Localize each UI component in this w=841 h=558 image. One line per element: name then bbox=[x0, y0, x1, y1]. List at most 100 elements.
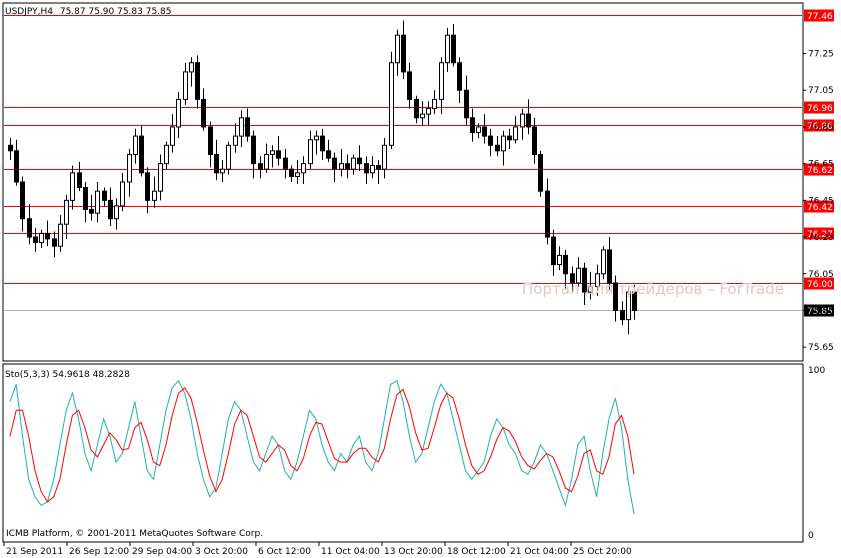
candle-body-48 bbox=[308, 139, 313, 165]
candle-body-38 bbox=[245, 117, 250, 137]
candle-body-68 bbox=[432, 98, 437, 110]
candle-body-18 bbox=[120, 181, 125, 207]
time-tick-label-2: 29 Sep 04:00 bbox=[132, 547, 192, 557]
candle-body-4 bbox=[33, 236, 38, 244]
time-tick-label-0: 21 Sep 2011 bbox=[6, 547, 63, 557]
candle-body-24 bbox=[158, 163, 163, 192]
candle-body-15 bbox=[102, 190, 107, 201]
candle-body-64 bbox=[407, 71, 412, 100]
indicator-label: Sto(5,3,3) 54.9618 48.2828 bbox=[5, 370, 130, 380]
candle-body-98 bbox=[620, 309, 625, 321]
candle-body-28 bbox=[183, 71, 188, 100]
candle-body-12 bbox=[83, 187, 88, 211]
candle-body-17 bbox=[114, 205, 119, 220]
candle-body-46 bbox=[295, 172, 300, 177]
price-tick-label-1: 77.05 bbox=[808, 86, 834, 96]
candle-body-75 bbox=[476, 126, 481, 133]
price-tick-label-5: 76.25 bbox=[808, 233, 834, 243]
ohlc-values: 75.87 75.90 75.83 75.85 bbox=[60, 7, 172, 17]
candle-body-49 bbox=[314, 135, 319, 141]
price-tick-label-8: 75.65 bbox=[808, 343, 834, 353]
candle-body-52 bbox=[332, 157, 337, 170]
candle-body-58 bbox=[370, 164, 375, 174]
candle-body-57 bbox=[364, 163, 369, 174]
candle-body-3 bbox=[27, 218, 32, 238]
candle-body-89 bbox=[563, 254, 568, 275]
candle-body-81 bbox=[513, 126, 518, 141]
level-tag-text-1: 76.96 bbox=[807, 104, 833, 114]
candle-body-53 bbox=[339, 163, 344, 170]
candle-body-55 bbox=[351, 157, 356, 170]
price-tick-label-4: 76.45 bbox=[808, 196, 834, 206]
candle-body-23 bbox=[152, 190, 157, 201]
candle-body-13 bbox=[89, 209, 94, 214]
candle-body-56 bbox=[357, 157, 362, 165]
candle-body-2 bbox=[20, 181, 25, 220]
candle-body-96 bbox=[607, 249, 612, 284]
candle-body-72 bbox=[457, 62, 462, 91]
candle-body-21 bbox=[139, 135, 144, 174]
candle-body-59 bbox=[376, 164, 381, 170]
price-tick-label-2: 76.85 bbox=[808, 123, 834, 133]
candle-body-26 bbox=[170, 126, 175, 146]
candle-body-95 bbox=[601, 249, 606, 275]
candle-body-61 bbox=[389, 62, 394, 146]
time-tick-label-3: 3 Oct 20:00 bbox=[195, 547, 248, 557]
candle-body-63 bbox=[401, 34, 406, 73]
candle-body-67 bbox=[426, 108, 431, 115]
price-tick-label-7: 75.85 bbox=[808, 306, 834, 316]
candle-body-60 bbox=[382, 144, 387, 170]
candle-body-37 bbox=[239, 117, 244, 137]
time-tick-label-6: 13 Oct 20:00 bbox=[384, 547, 443, 557]
candle-body-82 bbox=[520, 113, 525, 128]
time-tick-label-9: 25 Oct 20:00 bbox=[573, 547, 632, 557]
candle-body-86 bbox=[545, 190, 550, 238]
candle-body-19 bbox=[127, 153, 132, 183]
candle-body-62 bbox=[395, 34, 400, 64]
candle-body-79 bbox=[501, 135, 506, 152]
candle-body-7 bbox=[52, 238, 57, 247]
candle-body-74 bbox=[470, 117, 475, 133]
time-tick-label-1: 26 Sep 12:00 bbox=[69, 547, 129, 557]
candle-body-84 bbox=[532, 126, 537, 155]
candle-body-45 bbox=[289, 168, 294, 177]
watermark-text: Портал для трейдеров – ForTrade bbox=[522, 280, 784, 298]
candle-body-66 bbox=[420, 113, 425, 119]
candle-body-88 bbox=[557, 254, 562, 266]
time-tick-label-4: 6 Oct 12:00 bbox=[258, 547, 311, 557]
candle-body-35 bbox=[226, 144, 231, 170]
candle-body-39 bbox=[251, 135, 256, 165]
time-tick-label-8: 21 Oct 04:00 bbox=[510, 547, 569, 557]
time-axis: 21 Sep 2011 26 Sep 12:00 29 Sep 04:00 3 Oct… bbox=[3, 542, 632, 557]
candle-body-33 bbox=[214, 153, 219, 174]
candle-body-78 bbox=[495, 144, 500, 152]
candle-body-43 bbox=[276, 150, 281, 159]
candle-body-54 bbox=[345, 163, 350, 170]
candle-body-1 bbox=[14, 150, 19, 183]
candle-body-83 bbox=[526, 113, 531, 128]
indicator-scale-bottom: 0 bbox=[808, 531, 814, 541]
price-axis: 77.25 77.05 76.85 76.65 76.45 76.25 76.05 75.85… bbox=[803, 50, 834, 353]
indicator-frame bbox=[2, 363, 804, 543]
chart-canvas: 77.4676.9676.8676.6276.4276.2776.00 75.8… bbox=[2, 2, 834, 557]
candle-body-5 bbox=[39, 232, 44, 244]
candle-body-0 bbox=[8, 144, 13, 152]
candle-body-16 bbox=[108, 199, 113, 220]
level-tag-text-0: 77.46 bbox=[807, 12, 833, 22]
candle-body-50 bbox=[320, 135, 325, 152]
candle-body-6 bbox=[45, 232, 50, 240]
candle-body-42 bbox=[270, 150, 275, 155]
candle-body-80 bbox=[507, 135, 512, 141]
candle-body-14 bbox=[95, 190, 100, 214]
candle-body-44 bbox=[283, 157, 288, 170]
price-tick-label-6: 76.05 bbox=[808, 270, 834, 280]
candle-body-77 bbox=[488, 135, 493, 146]
indicator-scale-top: 100 bbox=[808, 366, 825, 376]
candle-body-71 bbox=[451, 34, 456, 64]
candle-body-25 bbox=[164, 144, 169, 165]
candle-body-36 bbox=[233, 135, 238, 146]
candle-body-73 bbox=[464, 89, 469, 119]
candle-body-9 bbox=[64, 199, 69, 225]
candle-body-51 bbox=[326, 150, 331, 159]
level-tag-text-6: 76.00 bbox=[807, 280, 833, 290]
